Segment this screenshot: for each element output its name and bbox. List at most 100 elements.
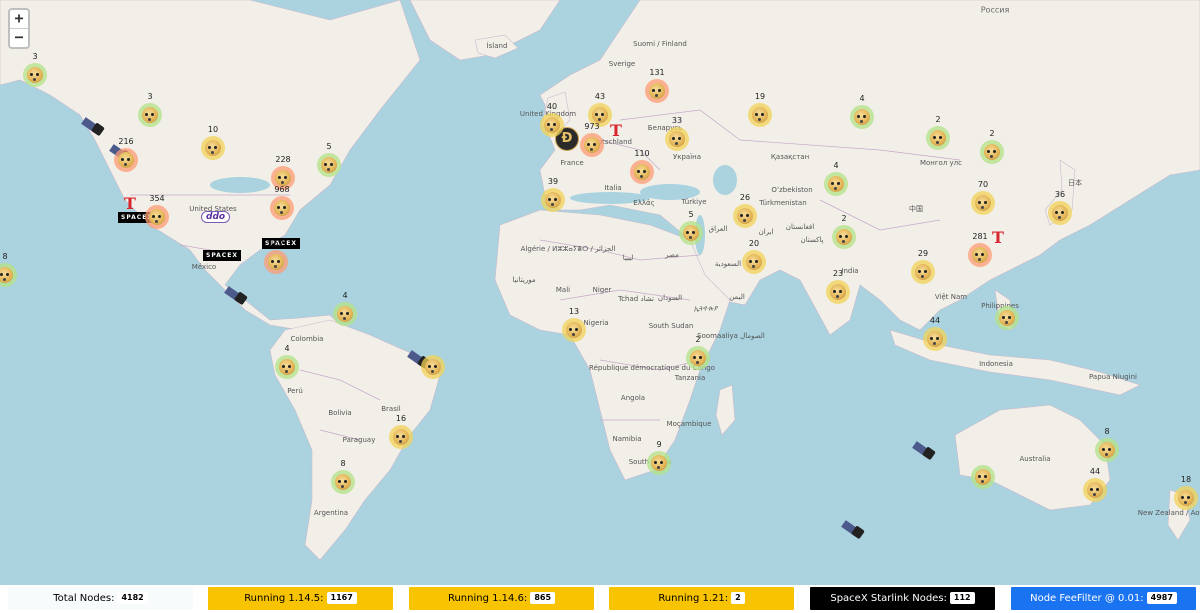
node-cluster-marker[interactable]: 4 xyxy=(275,344,299,379)
doge-icon xyxy=(337,306,353,322)
node-cluster-marker[interactable]: 18 xyxy=(1174,475,1198,510)
stat-label: Running 1.21: xyxy=(658,593,729,604)
node-cluster-marker[interactable]: 10 xyxy=(201,125,225,160)
doge-icon xyxy=(669,131,685,147)
cluster-count: 33 xyxy=(671,116,683,125)
cluster-count: 29 xyxy=(917,249,929,258)
tesla-logo-icon[interactable]: T xyxy=(610,121,622,140)
node-cluster-marker[interactable]: 70 xyxy=(971,180,995,215)
zoom-control: + − xyxy=(8,8,30,49)
node-cluster-marker[interactable]: 4 xyxy=(824,161,848,196)
cluster-count: 13 xyxy=(568,307,580,316)
label-vietnam: Việt Nam xyxy=(934,293,968,301)
label-afghanistan: افغانستان xyxy=(785,223,815,231)
doge-icon xyxy=(836,229,852,245)
doge-icon xyxy=(27,67,43,83)
stat-label: Running 1.14.5: xyxy=(244,593,324,604)
cluster-count: 2 xyxy=(695,335,701,344)
running-121-stat[interactable]: Running 1.21: 2 xyxy=(609,587,794,610)
node-cluster-marker[interactable]: 26 xyxy=(733,193,757,228)
node-cluster-marker[interactable]: 281 xyxy=(968,232,992,267)
spacex-logo-marker[interactable]: SPACEX xyxy=(203,250,241,261)
cluster-count: 968 xyxy=(274,185,290,194)
node-cluster-marker[interactable]: 2 xyxy=(832,214,856,249)
doge-icon xyxy=(975,469,991,485)
zoom-out-button[interactable]: − xyxy=(10,29,28,47)
doge-icon xyxy=(544,117,560,133)
node-cluster-marker[interactable]: 44 xyxy=(923,316,947,351)
label-mongolia: Монгол улс xyxy=(919,159,963,167)
cluster-count: 216 xyxy=(118,137,134,146)
label-italia: Italia xyxy=(604,184,622,192)
node-cluster-marker[interactable] xyxy=(421,355,445,379)
cluster-count: 16 xyxy=(395,414,407,423)
node-cluster-marker[interactable]: 33 xyxy=(665,116,689,151)
node-cluster-marker[interactable]: 2 xyxy=(926,115,950,150)
node-cluster-marker[interactable] xyxy=(971,465,995,489)
ddo-logo-marker[interactable]: ddo xyxy=(201,211,231,223)
node-cluster-marker[interactable]: 19 xyxy=(748,92,772,127)
doge-icon xyxy=(275,170,291,186)
node-cluster-marker[interactable]: 44 xyxy=(1083,467,1107,502)
cluster-count: 281 xyxy=(972,232,988,241)
node-cluster-marker[interactable]: 23 xyxy=(826,269,850,304)
stat-value: 4987 xyxy=(1146,592,1177,604)
label-island: Ísland xyxy=(486,42,508,50)
node-cluster-marker[interactable]: 162 xyxy=(264,239,288,274)
running-1145-stat[interactable]: Running 1.14.5: 1167 xyxy=(208,587,393,610)
node-cluster-marker[interactable]: 8 xyxy=(1095,427,1119,462)
node-cluster-marker[interactable]: 5 xyxy=(679,210,703,245)
node-cluster-marker[interactable]: 9 xyxy=(647,440,671,475)
label-turkmenistan: Türkmenistan xyxy=(759,199,807,207)
cluster-count: 70 xyxy=(977,180,989,189)
node-cluster-marker[interactable]: 4 xyxy=(333,291,357,326)
tesla-logo-icon[interactable]: T xyxy=(992,228,1004,247)
doge-icon xyxy=(634,164,650,180)
node-cluster-marker[interactable]: 2 xyxy=(686,335,710,370)
world-map[interactable]: + − Ísland Suomi / Finland Sverige Росси… xyxy=(0,0,1200,585)
node-cluster-marker[interactable]: 131 xyxy=(645,68,669,103)
node-cluster-marker[interactable]: 973 xyxy=(580,122,604,157)
node-cluster-marker[interactable]: 8 xyxy=(331,459,355,494)
node-cluster-marker[interactable]: 216 xyxy=(114,137,138,172)
cluster-count: 36 xyxy=(1054,190,1066,199)
node-cluster-marker[interactable]: 3 xyxy=(23,52,47,87)
doge-icon xyxy=(999,310,1015,326)
total-nodes-stat[interactable]: Total Nodes: 4182 xyxy=(8,587,193,610)
node-cluster-marker[interactable]: 13 xyxy=(562,307,586,342)
node-cluster-marker[interactable]: 29 xyxy=(911,249,935,284)
doge-icon xyxy=(118,152,134,168)
doge-icon xyxy=(1052,205,1068,221)
tesla-logo-icon[interactable]: T xyxy=(124,194,136,213)
node-cluster-marker[interactable]: 110 xyxy=(630,149,654,184)
node-cluster-marker[interactable]: 5 xyxy=(317,142,341,177)
doge-icon xyxy=(752,107,768,123)
node-cluster-marker[interactable]: 2 xyxy=(980,129,1004,164)
node-cluster-marker[interactable]: 40 xyxy=(540,102,564,137)
node-cluster-marker[interactable]: 16 xyxy=(389,414,413,449)
label-ethiopia: ኢትዮጵያ xyxy=(693,304,719,313)
node-cluster-marker[interactable]: 36 xyxy=(1048,190,1072,225)
label-png: Papua Niugini xyxy=(1089,373,1137,381)
node-cluster-marker[interactable]: 20 xyxy=(742,239,766,274)
doge-icon xyxy=(268,254,284,270)
node-cluster-marker[interactable] xyxy=(995,306,1019,330)
cluster-count: 44 xyxy=(929,316,941,325)
doge-icon xyxy=(584,137,600,153)
label-kazakhstan: Қазақстан xyxy=(770,153,810,161)
cluster-count: 228 xyxy=(275,155,291,164)
node-cluster-marker[interactable]: 968 xyxy=(270,185,294,220)
node-cluster-marker[interactable]: 3 xyxy=(138,92,162,127)
zoom-in-button[interactable]: + xyxy=(10,10,28,29)
node-cluster-marker[interactable]: 354 xyxy=(145,194,169,229)
doge-icon xyxy=(274,200,290,216)
node-cluster-marker[interactable]: 4 xyxy=(850,94,874,129)
spacex-starlink-nodes-stat[interactable]: SpaceX Starlink Nodes: 112 xyxy=(810,587,995,610)
doge-icon xyxy=(1087,482,1103,498)
doge-icon xyxy=(927,331,943,347)
running-1146-stat[interactable]: Running 1.14.6: 865 xyxy=(409,587,594,610)
doge-icon xyxy=(930,130,946,146)
node-feefilter-stat[interactable]: Node FeeFilter @ 0.01: 4987 xyxy=(1011,587,1196,610)
label-india: India xyxy=(841,267,859,275)
node-cluster-marker[interactable]: 39 xyxy=(541,177,565,212)
